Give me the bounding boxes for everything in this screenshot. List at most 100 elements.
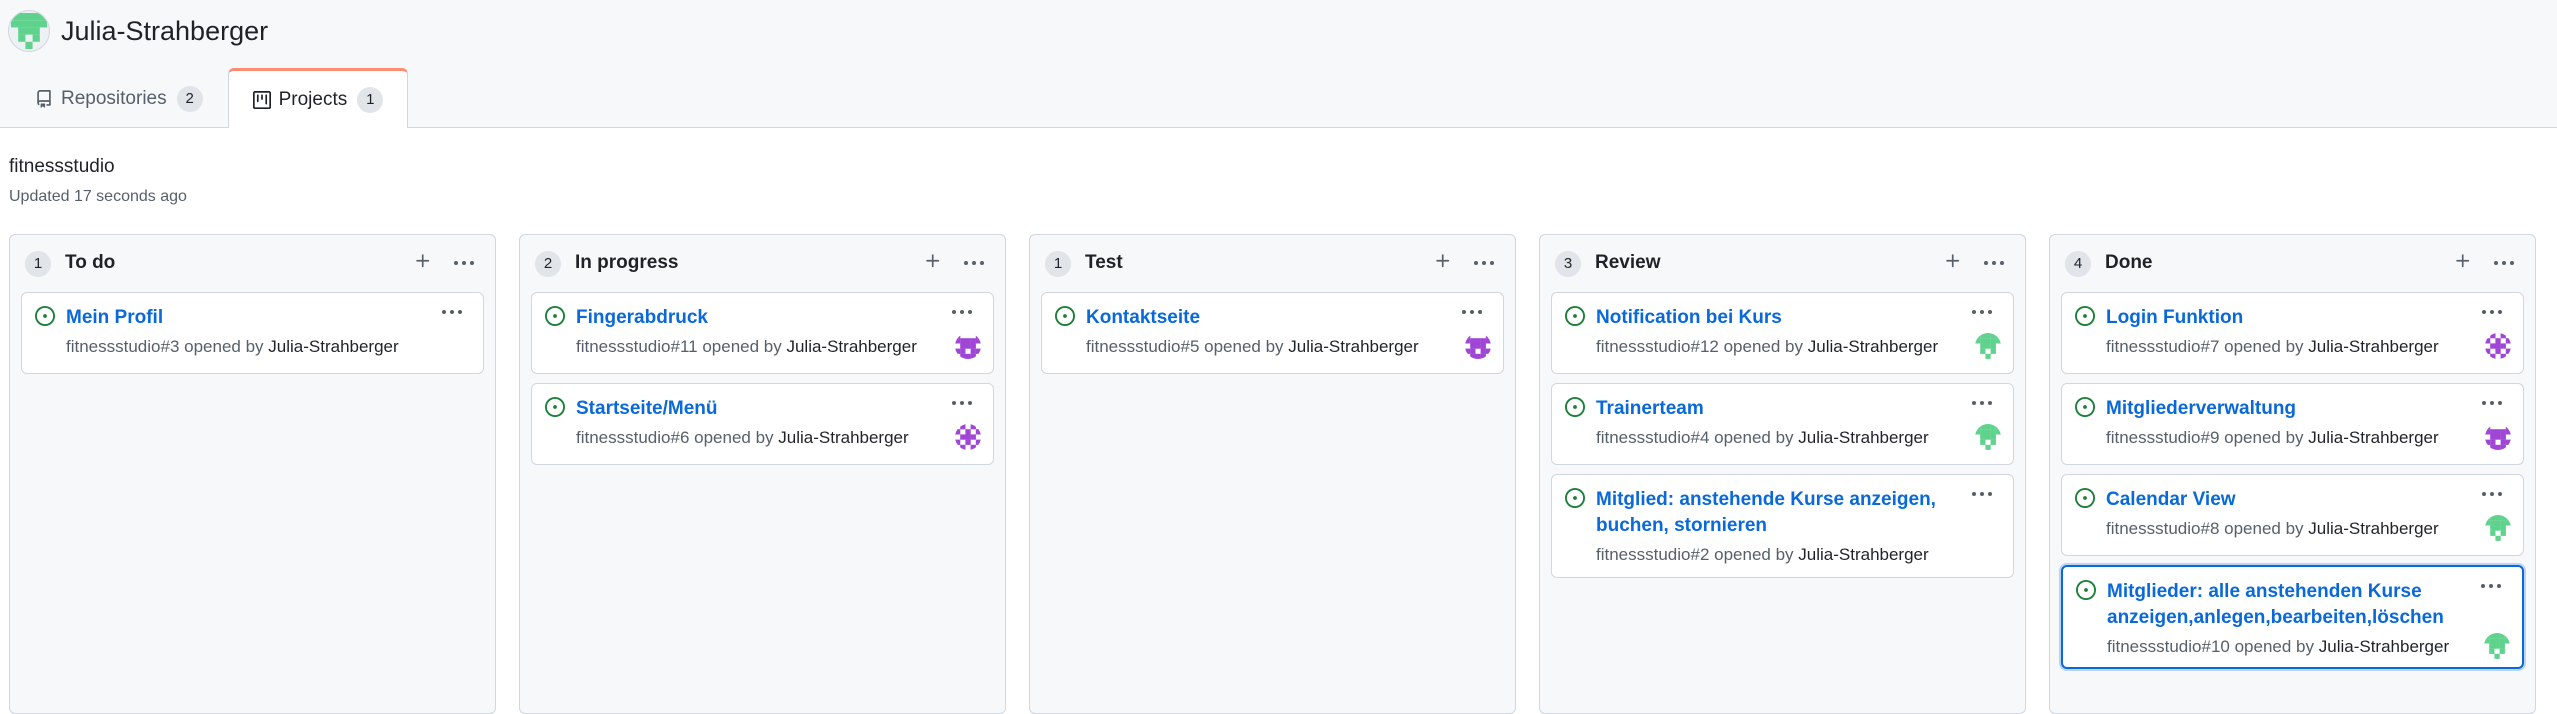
owner-name[interactable]: Julia-Strahberger — [61, 16, 268, 47]
issue-card[interactable]: Notification bei Kurs fitnessstudio#12 op… — [1551, 292, 2014, 374]
assignee-avatar[interactable] — [2485, 333, 2511, 359]
assignee-avatar[interactable] — [1975, 333, 2001, 359]
issue-author-link[interactable]: Julia-Strahberger — [2308, 337, 2438, 356]
issue-card[interactable]: Calendar View fitnessstudio#8 opened by J… — [2061, 474, 2524, 556]
issue-title-link[interactable]: Trainerteam — [1596, 396, 1956, 422]
issue-title-link[interactable]: Startseite/Menü — [576, 396, 936, 422]
issue-card[interactable]: Kontaktseite fitnessstudio#5 opened by Ju… — [1041, 292, 1504, 374]
issue-card[interactable]: Mein Profil fitnessstudio#3 opened by Jul… — [21, 292, 484, 374]
card-menu-button[interactable] — [1965, 483, 1999, 505]
assignee-avatar[interactable] — [2485, 515, 2511, 541]
issue-card[interactable]: Fingerabdruck fitnessstudio#11 opened by … — [531, 292, 994, 374]
issue-reference[interactable]: fitnessstudio#3 — [66, 337, 179, 356]
avatar[interactable] — [8, 10, 50, 52]
card-menu-button[interactable] — [945, 301, 979, 323]
issue-card[interactable]: Startseite/Menü fitnessstudio#6 opened by… — [531, 383, 994, 465]
project-updated-text: Updated 17 seconds ago — [9, 188, 187, 205]
issue-opened-icon — [1565, 306, 1585, 326]
card-menu-button[interactable] — [945, 392, 979, 414]
issue-card[interactable]: Mitglieder: alle anstehenden Kurse anzei… — [2061, 565, 2524, 669]
issue-reference[interactable]: fitnessstudio#5 — [1086, 337, 1199, 356]
issue-title-link[interactable]: Login Funktion — [2106, 305, 2466, 331]
issue-reference[interactable]: fitnessstudio#2 — [1596, 545, 1709, 564]
issue-opened-icon — [2075, 306, 2095, 326]
issue-title-link[interactable]: Kontaktseite — [1086, 305, 1446, 331]
issue-reference[interactable]: fitnessstudio#6 — [576, 428, 689, 447]
issue-reference[interactable]: fitnessstudio#7 — [2106, 337, 2219, 356]
kebab-horizontal-icon — [454, 261, 474, 265]
plus-icon — [1434, 252, 1452, 275]
assignee-avatar[interactable] — [1975, 424, 2001, 450]
tab-projects[interactable]: Projects 1 — [227, 68, 409, 128]
issue-opened-icon — [2075, 488, 2095, 508]
assignee-avatar[interactable] — [1465, 333, 1491, 359]
issue-author-link[interactable]: Julia-Strahberger — [2308, 428, 2438, 447]
issue-reference[interactable]: fitnessstudio#9 — [2106, 428, 2219, 447]
add-card-button[interactable] — [2447, 247, 2479, 279]
issue-title-link[interactable]: Mitgliederverwaltung — [2106, 396, 2466, 422]
issue-meta: fitnessstudio#5 opened by Julia-Strahber… — [1086, 337, 1419, 357]
issue-card[interactable]: Mitgliederverwaltung fitnessstudio#9 open… — [2061, 383, 2524, 465]
kebab-horizontal-icon — [1474, 261, 1494, 265]
column-done: 4 Done Login Funktion fitnessstudio#7 opene… — [2049, 234, 2536, 714]
issue-author-link[interactable]: Julia-Strahberger — [778, 428, 908, 447]
issue-card[interactable]: Mitglied: anstehende Kurse anzeigen, buc… — [1551, 474, 2014, 578]
add-card-button[interactable] — [1427, 247, 1459, 279]
card-menu-button[interactable] — [1965, 392, 1999, 414]
card-menu-button[interactable] — [2475, 301, 2509, 323]
card-menu-button[interactable] — [2475, 483, 2509, 505]
issue-author-link[interactable]: Julia-Strahberger — [1288, 337, 1418, 356]
issue-title-link[interactable]: Mitglieder: alle anstehenden Kurse anzei… — [2107, 579, 2467, 631]
column-count-badge: 4 — [2065, 251, 2091, 277]
column-menu-button[interactable] — [1467, 247, 1501, 279]
issue-title-link[interactable]: Calendar View — [2106, 487, 2466, 513]
column-title: In progress — [575, 252, 679, 273]
add-card-button[interactable] — [917, 247, 949, 279]
kebab-horizontal-icon — [952, 401, 972, 405]
issue-opened-icon — [1565, 488, 1585, 508]
owner[interactable]: Julia-Strahberger — [8, 10, 268, 52]
issue-card[interactable]: Login Funktion fitnessstudio#7 opened by … — [2061, 292, 2524, 374]
add-card-button[interactable] — [407, 247, 439, 279]
issue-reference[interactable]: fitnessstudio#8 — [2106, 519, 2219, 538]
issue-author-link[interactable]: Julia-Strahberger — [268, 337, 398, 356]
issue-author-link[interactable]: Julia-Strahberger — [1798, 428, 1928, 447]
opened-by-text: opened by — [179, 337, 269, 356]
issue-title-link[interactable]: Mitglied: anstehende Kurse anzeigen, buc… — [1596, 487, 1956, 539]
assignee-avatar[interactable] — [955, 333, 981, 359]
identicon-icon — [11, 13, 47, 49]
issue-author-link[interactable]: Julia-Strahberger — [1798, 545, 1928, 564]
project-title[interactable]: fitnessstudio — [9, 156, 115, 178]
issue-title-link[interactable]: Mein Profil — [66, 305, 426, 331]
card-menu-button[interactable] — [1965, 301, 1999, 323]
assignee-avatar[interactable] — [2485, 424, 2511, 450]
issue-reference[interactable]: fitnessstudio#10 — [2107, 637, 2230, 656]
issue-author-link[interactable]: Julia-Strahberger — [786, 337, 916, 356]
assignee-avatar[interactable] — [2484, 633, 2510, 659]
issue-reference[interactable]: fitnessstudio#11 — [576, 337, 698, 356]
column-menu-button[interactable] — [2487, 247, 2521, 279]
assignee-avatar[interactable] — [955, 424, 981, 450]
issue-card[interactable]: Trainerteam fitnessstudio#4 opened by Jul… — [1551, 383, 2014, 465]
issue-author-link[interactable]: Julia-Strahberger — [2319, 637, 2449, 656]
issue-title-link[interactable]: Fingerabdruck — [576, 305, 936, 331]
column-menu-button[interactable] — [1977, 247, 2011, 279]
column-menu-button[interactable] — [447, 247, 481, 279]
tab-repositories[interactable]: Repositories 2 — [10, 68, 228, 128]
issue-author-link[interactable]: Julia-Strahberger — [1808, 337, 1938, 356]
add-card-button[interactable] — [1937, 247, 1969, 279]
card-menu-button[interactable] — [1455, 301, 1489, 323]
card-menu-button[interactable] — [2474, 575, 2508, 597]
issue-title-link[interactable]: Notification bei Kurs — [1596, 305, 1956, 331]
card-menu-button[interactable] — [2475, 392, 2509, 414]
card-menu-button[interactable] — [435, 301, 469, 323]
issue-reference[interactable]: fitnessstudio#4 — [1596, 428, 1709, 447]
column-menu-button[interactable] — [957, 247, 991, 279]
column-title: Done — [2105, 252, 2153, 273]
kebab-horizontal-icon — [2482, 492, 2502, 496]
issue-author-link[interactable]: Julia-Strahberger — [2308, 519, 2438, 538]
opened-by-text: opened by — [1709, 545, 1799, 564]
kebab-horizontal-icon — [1462, 310, 1482, 314]
issue-reference[interactable]: fitnessstudio#12 — [1596, 337, 1719, 356]
opened-by-text: opened by — [2219, 428, 2309, 447]
